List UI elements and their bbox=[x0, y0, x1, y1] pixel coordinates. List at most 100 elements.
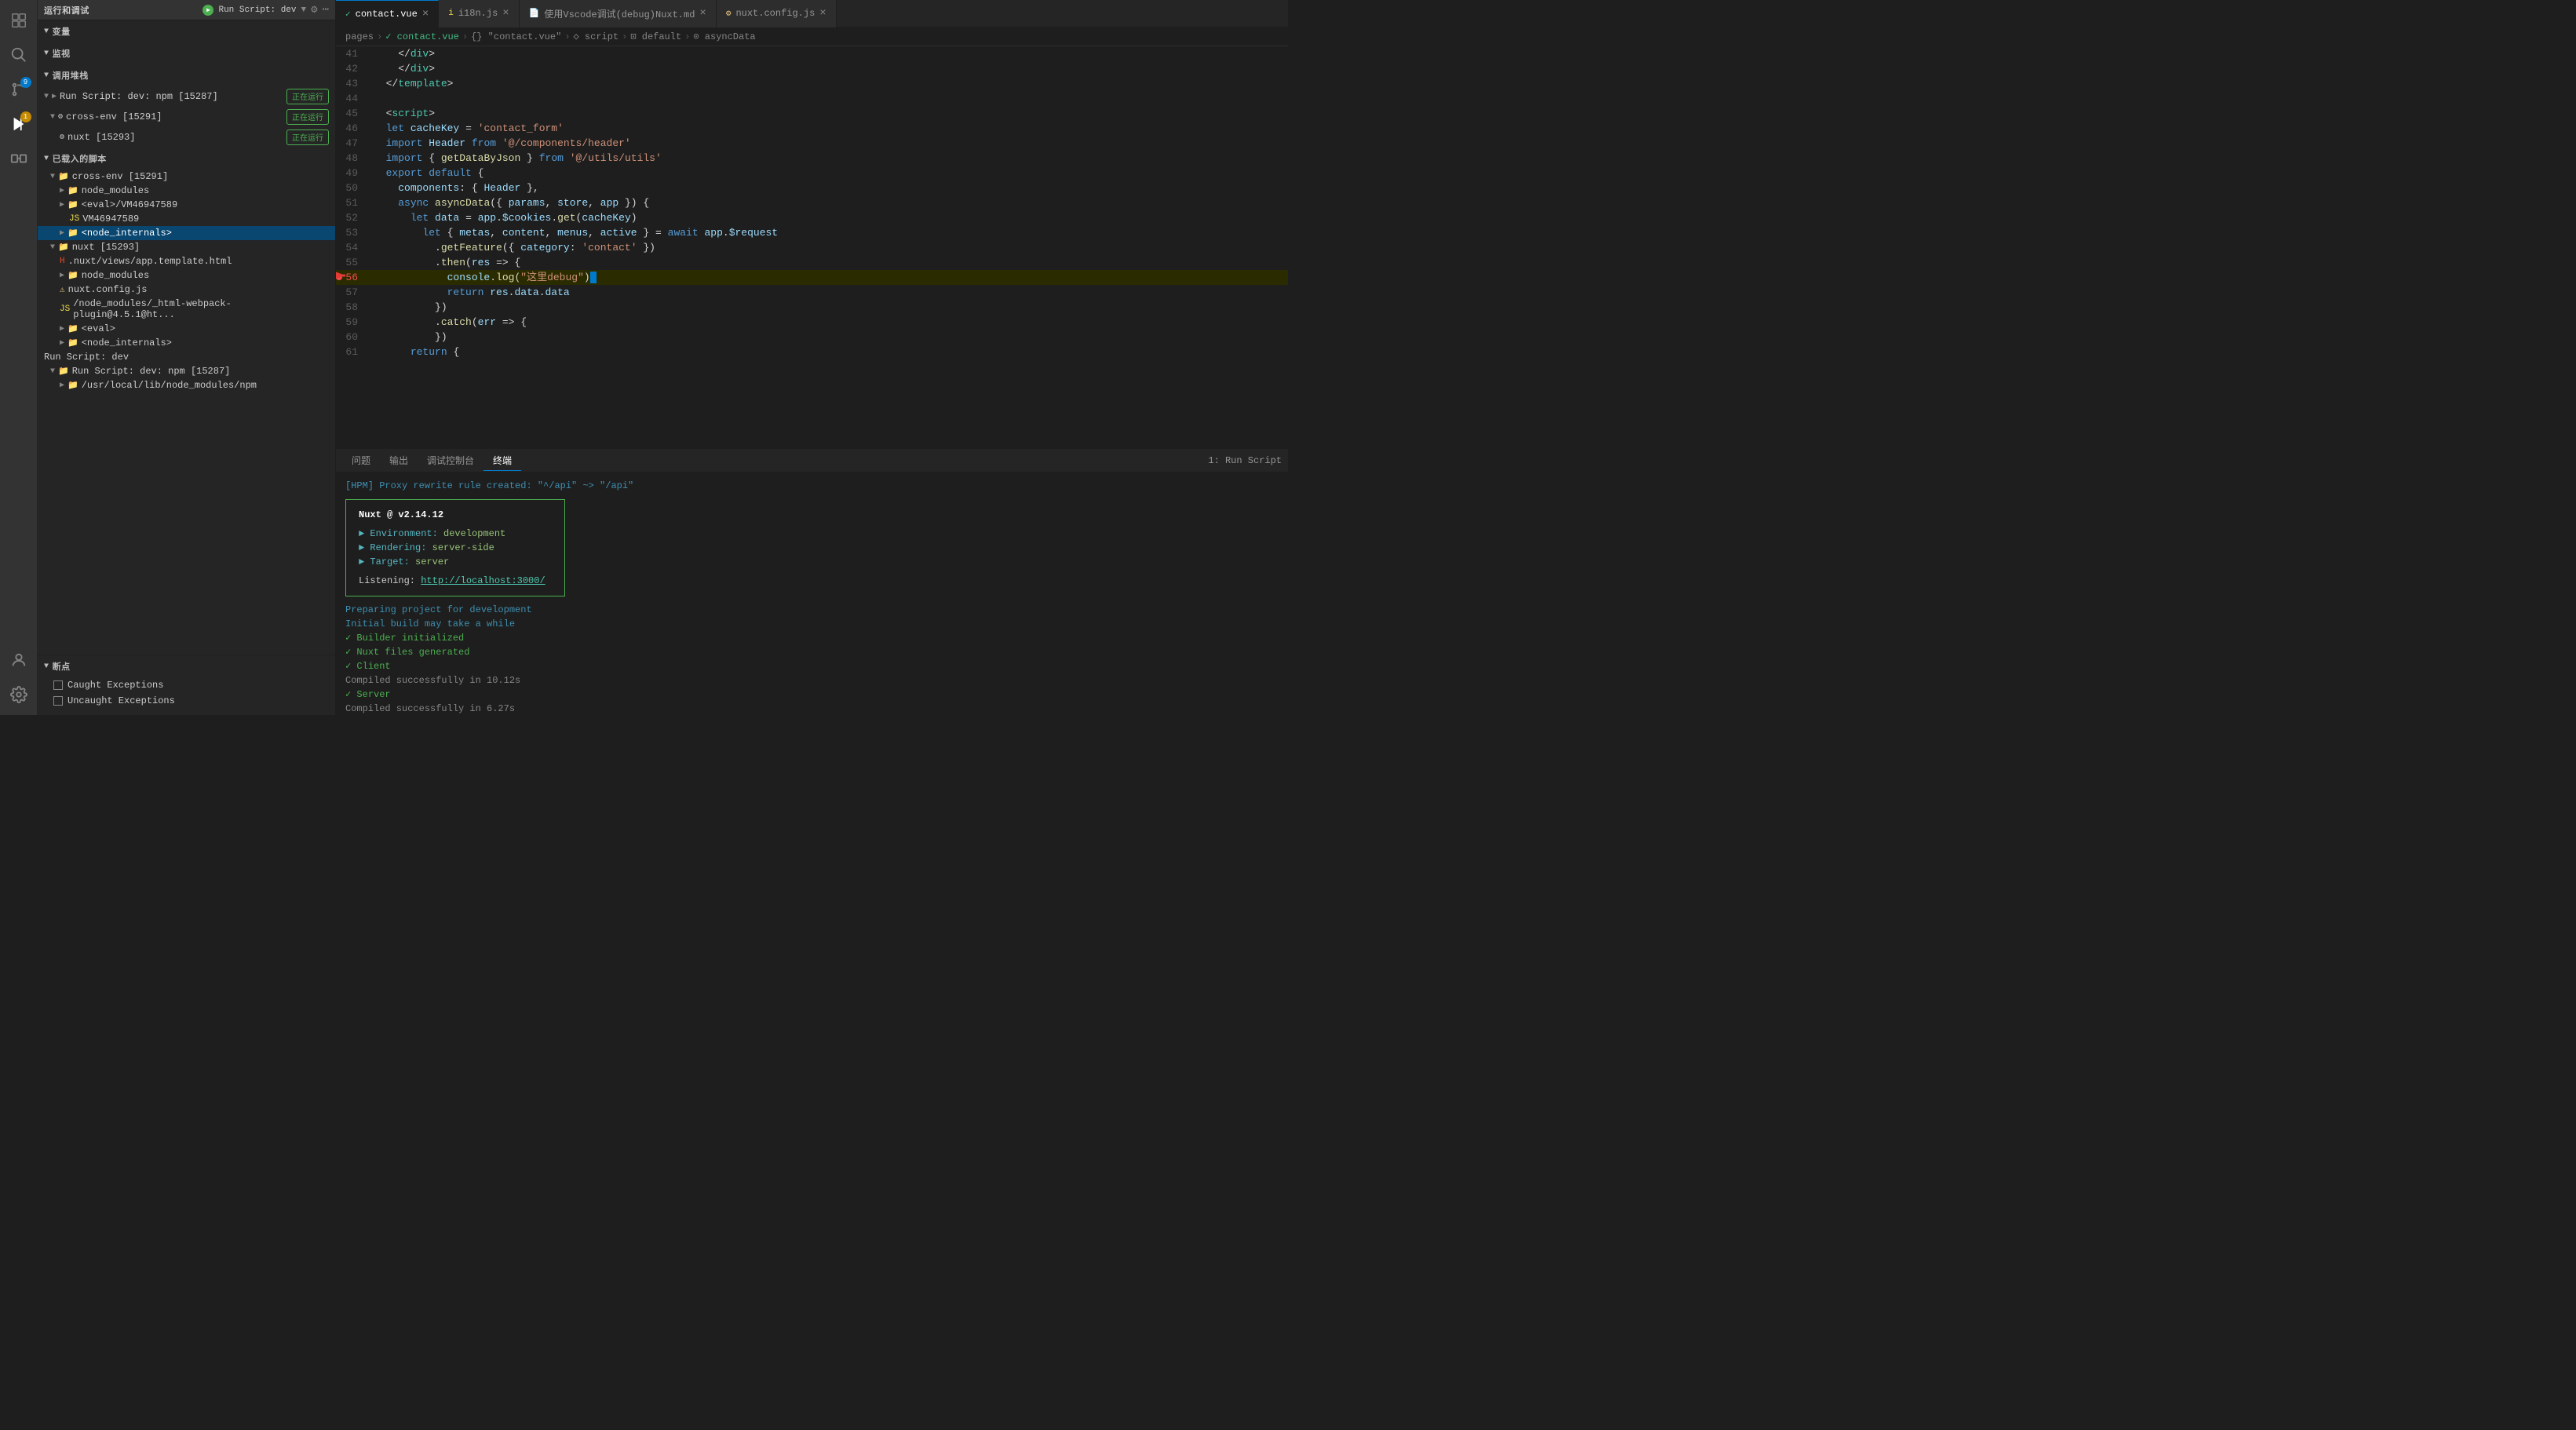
terminal-client: ✓ Client bbox=[345, 659, 1279, 673]
code-editor[interactable]: 41 </div> 42 </div> 43 </template> 44 45 bbox=[336, 46, 1288, 448]
call-stack-status-3: 正在运行 bbox=[286, 130, 329, 145]
line-content-61: return { bbox=[370, 345, 1288, 359]
breadcrumb-pages[interactable]: pages bbox=[345, 31, 374, 42]
tab-close-md[interactable]: × bbox=[699, 8, 706, 19]
script-eval-2[interactable]: ▶ 📁 <eval> bbox=[38, 322, 335, 336]
line-num-52: 52 bbox=[336, 210, 370, 225]
tab-problems[interactable]: 问题 bbox=[342, 451, 380, 471]
settings-icon[interactable] bbox=[5, 680, 33, 709]
tab-close-contact[interactable]: × bbox=[422, 9, 429, 20]
script-webpack-plugin[interactable]: JS /node_modules/_html-webpack-plugin@4.… bbox=[38, 297, 335, 322]
explorer-icon[interactable] bbox=[5, 6, 33, 35]
script-npm-modules[interactable]: ▶ 📁 /usr/local/lib/node_modules/npm bbox=[38, 378, 335, 392]
call-stack-item-1[interactable]: ▼ ▶ Run Script: dev: npm [15287] 正在运行 bbox=[38, 86, 335, 107]
run-script-label: Run Script: dev bbox=[44, 352, 129, 363]
tab-output[interactable]: 输出 bbox=[380, 451, 418, 471]
tab-nuxt-config[interactable]: ⚙ nuxt.config.js × bbox=[717, 0, 837, 27]
script-vm-file[interactable]: JS VM46947589 bbox=[38, 212, 335, 226]
line-num-56: 56 bbox=[336, 270, 370, 285]
tab-contact-vue[interactable]: ✓ contact.vue × bbox=[336, 0, 439, 27]
script-npm-modules-label: /usr/local/lib/node_modules/npm bbox=[82, 380, 257, 391]
debug-settings-icon[interactable]: ⚙ bbox=[311, 3, 317, 16]
script-node-internals-2[interactable]: ▶ 📁 <node_internals> bbox=[38, 336, 335, 350]
breadcrumb-obj[interactable]: {} "contact.vue" bbox=[471, 31, 561, 42]
script-npm-label: Run Script: dev: npm [15287] bbox=[72, 366, 231, 377]
script-node-internals-1[interactable]: ▶ 📁 <node_internals> bbox=[38, 226, 335, 240]
script-node-modules-1[interactable]: ▶ 📁 node_modules bbox=[38, 184, 335, 198]
terminal-initial-build: Initial build may take a while bbox=[345, 617, 1279, 631]
tab-md[interactable]: 📄 使用Vscode调试(debug)Nuxt.md × bbox=[520, 0, 717, 27]
script-nuxt-config[interactable]: ⚠ nuxt.config.js bbox=[38, 283, 335, 297]
code-line-58: 58 }) bbox=[336, 300, 1288, 315]
line-num-55: 55 bbox=[336, 255, 370, 270]
folder-chevron-internals-2: ▶ bbox=[60, 338, 64, 348]
nuxt-rendering-line: ► Rendering: server-side bbox=[359, 541, 552, 555]
tab-terminal[interactable]: 终端 bbox=[483, 451, 521, 471]
caught-checkbox[interactable] bbox=[53, 680, 63, 690]
line-num-60: 60 bbox=[336, 330, 370, 345]
account-icon[interactable] bbox=[5, 646, 33, 674]
terminal-content[interactable]: [HPM] Proxy rewrite rule created: "^/api… bbox=[336, 472, 1288, 715]
nuxt-localhost-link[interactable]: http://localhost:3000/ bbox=[421, 575, 545, 586]
breadcrumb: pages › ✓ contact.vue › {} "contact.vue"… bbox=[336, 27, 1288, 46]
breadcrumb-default[interactable]: ⊡ default bbox=[630, 31, 681, 42]
call-stack-item-3[interactable]: ⚙ nuxt [15293] 正在运行 bbox=[38, 127, 335, 148]
breadcrumb-script[interactable]: ◇ script bbox=[573, 31, 618, 42]
loaded-scripts-label: 已载入的脚本 bbox=[53, 152, 107, 165]
tab-bar: ✓ contact.vue × i i18n.js × 📄 使用Vscode调试… bbox=[336, 0, 1288, 27]
folder-icon-internals-2: 📁 bbox=[68, 337, 78, 348]
tab-nuxt-config-label: nuxt.config.js bbox=[735, 8, 815, 19]
call-stack-section-header[interactable]: ▼ 调用堆栈 bbox=[38, 64, 335, 86]
folder-icon-npm: 📁 bbox=[58, 366, 69, 377]
script-eval-vm[interactable]: ▶ 📁 <eval>/VM46947589 bbox=[38, 198, 335, 212]
script-nuxt[interactable]: ▼ 📁 nuxt [15293] bbox=[38, 240, 335, 254]
terminal-preparing: Preparing project for development bbox=[345, 603, 1279, 617]
debug-more-icon[interactable]: ⋯ bbox=[323, 3, 329, 16]
line-num-57: 57 bbox=[336, 285, 370, 300]
breadcrumb-sep-5: › bbox=[684, 31, 690, 42]
js-file-icon: JS bbox=[69, 214, 79, 224]
watch-section-header[interactable]: ▼ 监视 bbox=[38, 42, 335, 64]
folder-chevron-eval: ▶ bbox=[60, 200, 64, 210]
run-debug-icon[interactable]: 1 bbox=[5, 110, 33, 138]
tab-contact-vue-label: contact.vue bbox=[356, 9, 418, 20]
line-num-50: 50 bbox=[336, 181, 370, 195]
breadcrumb-async-data[interactable]: ⊙ asyncData bbox=[693, 31, 755, 42]
folder-icon-eval-2: 📁 bbox=[68, 323, 78, 334]
breadcrumb-contact-vue[interactable]: ✓ contact.vue bbox=[385, 31, 459, 42]
uncaught-checkbox[interactable] bbox=[53, 696, 63, 706]
line-content-49: export default { bbox=[370, 166, 1288, 181]
loaded-scripts-chevron: ▼ bbox=[44, 155, 49, 163]
tab-close-config[interactable]: × bbox=[819, 8, 826, 19]
breakpoint-uncaught[interactable]: Uncaught Exceptions bbox=[38, 693, 335, 709]
script-cross-env[interactable]: ▼ 📁 cross-env [15291] bbox=[38, 170, 335, 184]
script-node-modules-2[interactable]: ▶ 📁 node_modules bbox=[38, 268, 335, 283]
tab-debug-console[interactable]: 调试控制台 bbox=[418, 451, 483, 471]
script-node-modules-1-label: node_modules bbox=[82, 185, 149, 196]
extensions-icon[interactable] bbox=[5, 144, 33, 173]
search-icon[interactable] bbox=[5, 41, 33, 69]
debug-dropdown-arrow[interactable]: ▼ bbox=[301, 5, 307, 15]
tab-close-i18n[interactable]: × bbox=[502, 8, 509, 19]
source-control-icon[interactable]: 9 bbox=[5, 75, 33, 104]
script-app-template[interactable]: H .nuxt/views/app.template.html bbox=[38, 254, 335, 268]
line-num-54: 54 bbox=[336, 240, 370, 255]
tab-i18n[interactable]: i i18n.js × bbox=[439, 0, 519, 27]
loaded-scripts-section-header[interactable]: ▼ 已载入的脚本 bbox=[38, 148, 335, 170]
breakpoints-section-header[interactable]: ▼ 断点 bbox=[38, 655, 335, 677]
folder-chevron-nuxt: ▼ bbox=[50, 243, 55, 252]
variables-section-header[interactable]: ▼ 变量 bbox=[38, 20, 335, 42]
script-run-script-label: Run Script: dev bbox=[38, 350, 335, 364]
html-file-icon: H bbox=[60, 257, 65, 266]
line-content-55: .then(res => { bbox=[370, 255, 1288, 270]
script-npm[interactable]: ▼ 📁 Run Script: dev: npm [15287] bbox=[38, 364, 335, 378]
line-num-44: 44 bbox=[336, 91, 370, 106]
line-num-49: 49 bbox=[336, 166, 370, 181]
terminal-tabs: 问题 输出 调试控制台 终端 1: Run Script bbox=[336, 449, 1288, 472]
call-stack-item-2[interactable]: ▼ ⚙ cross-env [15291] 正在运行 bbox=[38, 107, 335, 127]
script-node-modules-2-label: node_modules bbox=[82, 270, 149, 281]
debug-run-button[interactable]: ▶ bbox=[203, 5, 213, 16]
code-line-41: 41 </div> bbox=[336, 46, 1288, 61]
breakpoint-caught[interactable]: Caught Exceptions bbox=[38, 677, 335, 693]
code-line-46: 46 let cacheKey = 'contact_form' bbox=[336, 121, 1288, 136]
